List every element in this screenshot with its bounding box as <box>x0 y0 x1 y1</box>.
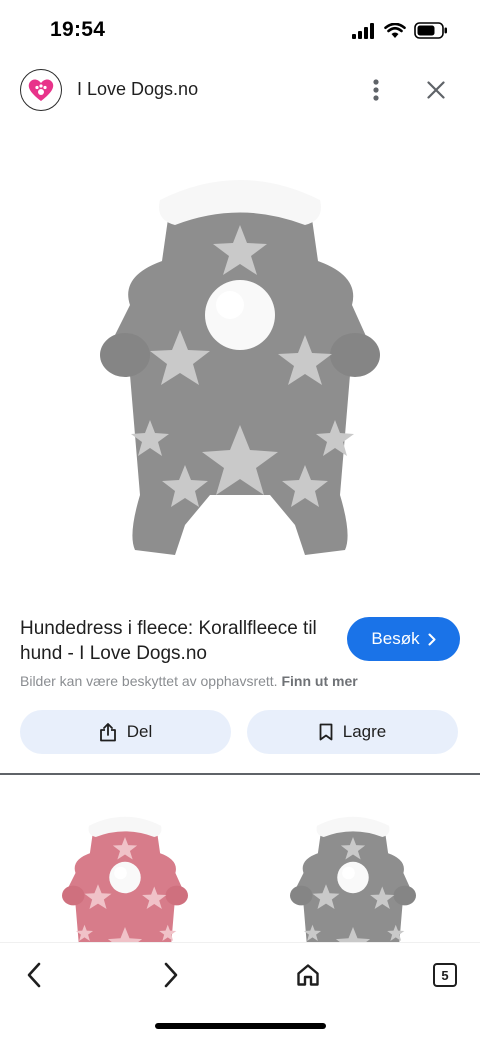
learn-more-link[interactable]: Finn ut mer <box>281 673 357 689</box>
copyright-text: Bilder kan være beskyttet av opphavsrett… <box>20 673 278 689</box>
related-images <box>0 800 480 942</box>
heart-paw-logo <box>28 79 54 101</box>
share-icon <box>99 723 116 742</box>
save-label: Lagre <box>342 722 387 741</box>
home-indicator <box>155 1023 326 1029</box>
status-bar: 19:54 <box>0 0 480 62</box>
home-button[interactable] <box>286 953 330 997</box>
battery-icon <box>414 22 447 39</box>
close-icon <box>427 81 445 99</box>
bookmark-icon <box>319 723 333 741</box>
share-button[interactable]: Del <box>20 710 231 754</box>
pink-star-fleece-dog-jumpsuit <box>62 816 188 942</box>
copyright-notice: Bilder kan være beskyttet av opphavsrett… <box>20 673 358 689</box>
related-image-pink[interactable] <box>50 810 200 942</box>
save-button[interactable]: Lagre <box>247 710 458 754</box>
main-product-image[interactable] <box>0 125 480 605</box>
wifi-icon <box>384 22 406 38</box>
status-icons <box>352 22 448 39</box>
site-name[interactable]: I Love Dogs.no <box>77 79 198 100</box>
share-label: Del <box>126 722 153 741</box>
close-button[interactable] <box>421 74 451 106</box>
back-button[interactable] <box>12 953 56 997</box>
cellular-signal-icon <box>352 22 374 39</box>
visit-label: Besøk <box>371 629 420 648</box>
forward-button[interactable] <box>149 953 193 997</box>
visit-button[interactable]: Besøk <box>347 617 460 661</box>
grey-star-fleece-dog-jumpsuit <box>100 180 380 555</box>
forward-icon <box>164 962 178 988</box>
tabs-icon: 5 <box>433 963 457 987</box>
back-icon <box>27 962 41 988</box>
status-time: 19:54 <box>50 18 106 41</box>
result-title[interactable]: Hundedress i fleece: Korallfleece til hu… <box>20 616 340 666</box>
more-vertical-icon <box>373 79 379 101</box>
home-icon <box>297 964 319 986</box>
chevron-right-icon <box>428 633 436 645</box>
section-divider <box>0 773 480 775</box>
tab-count: 5 <box>441 967 449 983</box>
bottom-navigation: 5 <box>0 942 480 1039</box>
site-header: I Love Dogs.no <box>0 62 480 118</box>
tabs-button[interactable]: 5 <box>423 953 467 997</box>
related-image-grey[interactable] <box>278 810 428 942</box>
site-logo[interactable] <box>20 69 62 111</box>
grey-star-fleece-dog-jumpsuit <box>290 816 416 942</box>
more-options-button[interactable] <box>362 74 390 106</box>
